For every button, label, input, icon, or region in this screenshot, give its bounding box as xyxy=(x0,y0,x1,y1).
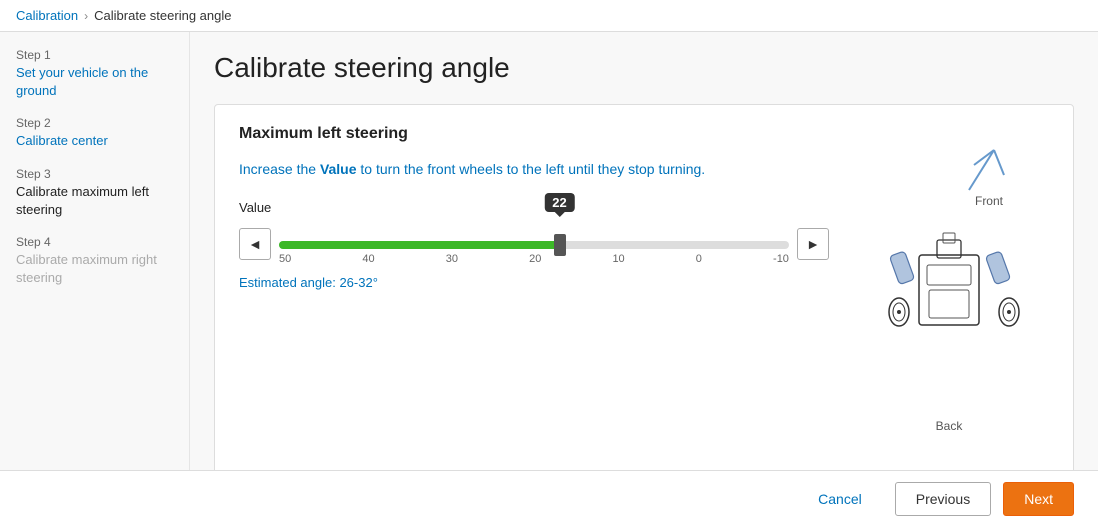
sidebar-step-3-number: Step 3 xyxy=(16,167,173,181)
slider-value-bubble: 22 xyxy=(544,193,574,212)
section-title: Maximum left steering xyxy=(239,125,829,143)
right-arrow-icon: ► xyxy=(806,236,820,252)
tick-10: 10 xyxy=(612,253,624,265)
slider-wrapper: 22 50 40 30 20 10 0 -10 xyxy=(279,223,789,265)
sidebar-step-1: Step 1 Set your vehicle on the ground xyxy=(16,48,173,100)
breadcrumb-bar: Calibration › Calibrate steering angle xyxy=(0,0,1098,32)
instruction-bold: Value xyxy=(320,161,357,177)
slider-decrement-button[interactable]: ◄ xyxy=(239,228,271,260)
tick-20: 20 xyxy=(529,253,541,265)
sidebar-step-3-label: Calibrate maximum left steering xyxy=(16,183,173,219)
slider-increment-button[interactable]: ► xyxy=(797,228,829,260)
card-left: Maximum left steering Increase the Value… xyxy=(239,125,829,455)
slider-ticks: 50 40 30 20 10 0 -10 xyxy=(279,253,789,265)
sidebar-step-4: Step 4 Calibrate maximum right steering xyxy=(16,235,173,287)
instruction-prefix: Increase the xyxy=(239,161,320,177)
sidebar-step-1-number: Step 1 xyxy=(16,48,173,62)
tick-0: 0 xyxy=(696,253,702,265)
card-right: Front xyxy=(829,125,1049,455)
instruction-suffix: to turn the front wheels to the left unt… xyxy=(357,161,706,177)
tick-40: 40 xyxy=(362,253,374,265)
breadcrumb-current: Calibrate steering angle xyxy=(94,8,231,23)
sidebar-step-2-number: Step 2 xyxy=(16,116,173,130)
robot-svg: Front xyxy=(859,135,1039,445)
next-button[interactable]: Next xyxy=(1003,482,1074,516)
value-label: Value xyxy=(239,200,829,215)
sidebar-step-2-label[interactable]: Calibrate center xyxy=(16,132,173,150)
page-title: Calibrate steering angle xyxy=(214,52,1074,84)
back-label: Back xyxy=(936,419,964,433)
tick-30: 30 xyxy=(446,253,458,265)
main-layout: Step 1 Set your vehicle on the ground St… xyxy=(0,32,1098,470)
sidebar-step-4-label: Calibrate maximum right steering xyxy=(16,251,173,287)
sidebar-step-2: Step 2 Calibrate center xyxy=(16,116,173,150)
svg-text:Front: Front xyxy=(975,194,1004,208)
tick-50: 50 xyxy=(279,253,291,265)
cancel-button[interactable]: Cancel xyxy=(797,482,883,516)
slider-container: ◄ 22 50 40 30 20 10 xyxy=(239,223,829,265)
content-area: Calibrate steering angle Maximum left st… xyxy=(190,32,1098,470)
main-card: Maximum left steering Increase the Value… xyxy=(214,104,1074,470)
estimated-angle: Estimated angle: 26-32° xyxy=(239,275,829,290)
slider-thumb[interactable] xyxy=(554,234,566,256)
footer: Cancel Previous Next xyxy=(0,470,1098,526)
sidebar-step-1-label[interactable]: Set your vehicle on the ground xyxy=(16,64,173,100)
sidebar-step-3: Step 3 Calibrate maximum left steering xyxy=(16,167,173,219)
previous-button[interactable]: Previous xyxy=(895,482,991,516)
sidebar-step-4-number: Step 4 xyxy=(16,235,173,249)
robot-body xyxy=(889,233,1019,326)
breadcrumb-parent[interactable]: Calibration xyxy=(16,8,78,23)
front-arrow: Front xyxy=(969,150,1004,208)
slider-fill xyxy=(279,241,560,249)
breadcrumb-separator: › xyxy=(84,9,88,23)
tick-neg10: -10 xyxy=(773,253,789,265)
slider-track[interactable] xyxy=(279,241,789,249)
instruction-text: Increase the Value to turn the front whe… xyxy=(239,159,829,180)
left-arrow-icon: ◄ xyxy=(248,236,262,252)
sidebar: Step 1 Set your vehicle on the ground St… xyxy=(0,32,190,470)
